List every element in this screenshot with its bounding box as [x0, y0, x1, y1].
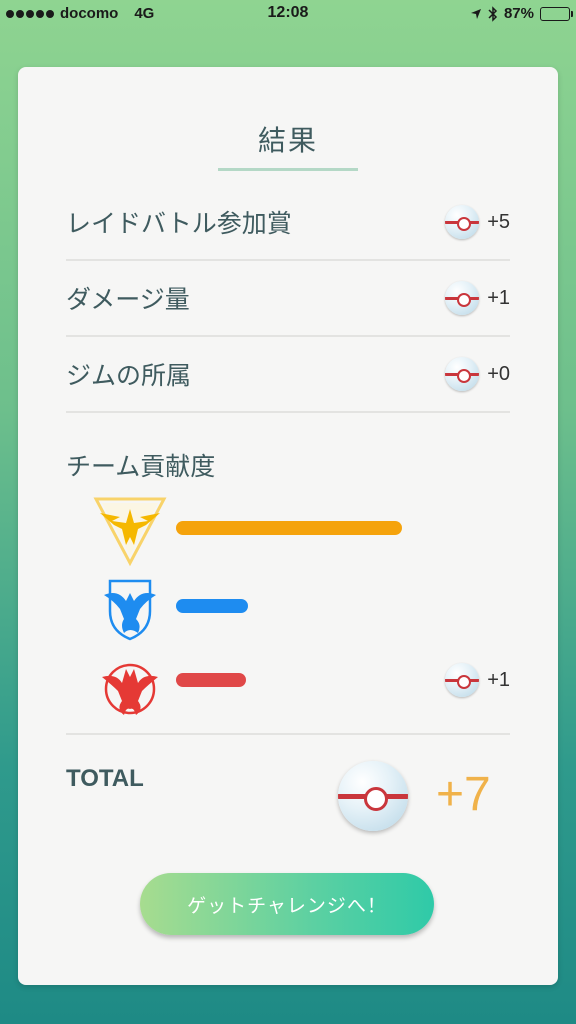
reward-amount: +0 — [445, 357, 510, 391]
row-label: レイドバトル参加賞 — [66, 209, 292, 238]
premier-ball-icon — [445, 357, 480, 391]
reward-amount: +5 — [445, 205, 510, 239]
team-instinct-icon — [93, 497, 167, 567]
reward-value: +5 — [487, 210, 510, 233]
reward-value: +1 — [487, 286, 510, 309]
reward-row-gym-affiliation: ジムの所属 +0 — [66, 337, 510, 413]
total-value: +7 — [436, 768, 491, 821]
result-card: 結果 レイドバトル参加賞 +5 ダメージ量 +1 ジムの所属 +0 チーム貢献度 — [18, 67, 558, 985]
row-label: ジムの所属 — [66, 361, 192, 390]
reward-value: +0 — [487, 362, 510, 385]
bluetooth-icon — [488, 5, 498, 22]
team-valor-icon — [102, 663, 158, 715]
status-right: 87% — [470, 5, 573, 22]
reward-amount: +1 — [445, 281, 510, 315]
team-bar-instinct — [176, 521, 402, 535]
location-arrow-icon — [470, 8, 481, 19]
team-bar-valor — [176, 673, 246, 687]
reward-row-damage: ダメージ量 +1 — [66, 261, 510, 337]
team-row-instinct — [90, 495, 510, 575]
team-bar-mystic — [176, 599, 248, 613]
page-title: 結果 — [257, 124, 318, 157]
row-label: ダメージ量 — [66, 285, 190, 314]
title-underline — [218, 168, 358, 171]
team-contribution-label: チーム貢献度 — [66, 452, 216, 481]
divider — [66, 733, 510, 735]
premier-ball-icon — [445, 281, 480, 315]
total-label: TOTAL — [66, 765, 144, 792]
reward-value: +1 — [487, 668, 510, 691]
team-mystic-icon — [104, 579, 156, 641]
team-row-mystic — [90, 575, 510, 655]
battery-percent: 87% — [503, 5, 534, 22]
reward-row-raid-participation: レイドバトル参加賞 +5 — [66, 185, 510, 261]
premier-ball-icon — [445, 663, 480, 697]
premier-ball-icon — [338, 761, 408, 831]
team-row-valor: +1 — [90, 653, 510, 733]
status-bar: docomo 4G 12:08 87% — [0, 0, 576, 30]
premier-ball-icon — [445, 205, 480, 239]
team-reward-valor: +1 — [445, 663, 510, 697]
get-challenge-button[interactable]: ゲットチャレンジへ！ — [140, 873, 434, 935]
battery-icon — [540, 6, 573, 21]
